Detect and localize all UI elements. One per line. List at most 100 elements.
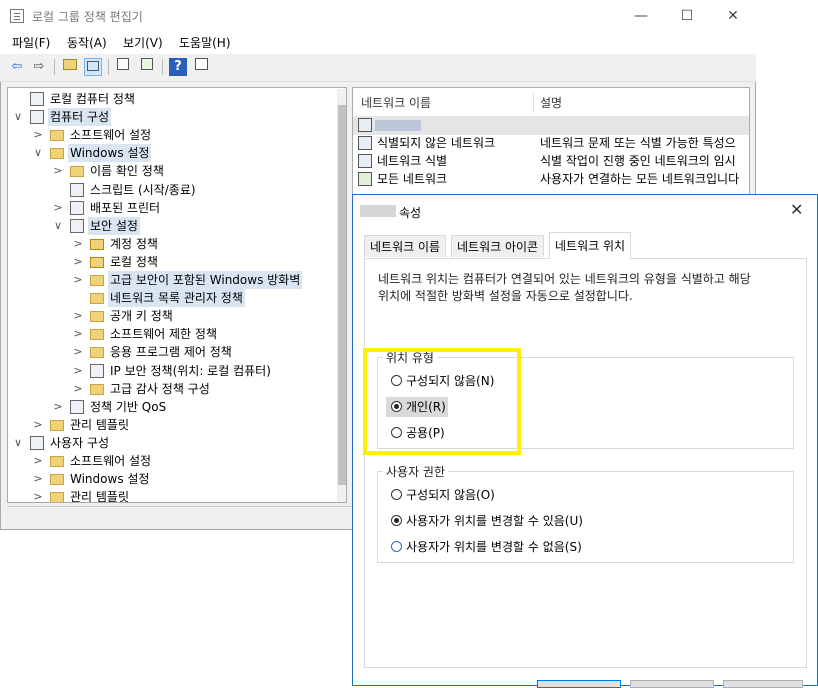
column-header-description[interactable]: 설명	[540, 93, 562, 113]
expand-chevron-icon[interactable]: ∨	[12, 108, 24, 126]
tree-item[interactable]: > 관리 템플릿	[8, 488, 336, 503]
menu-view[interactable]: 보기(V)	[123, 34, 163, 51]
window-title: 로컬 그룹 정책 편집기	[32, 10, 143, 24]
tree-item[interactable]: > 로컬 정책	[8, 253, 336, 271]
tree-scroll-thumb[interactable]	[338, 105, 346, 485]
network-icon	[358, 154, 372, 168]
close-button[interactable]: ✕	[710, 0, 756, 32]
tree-item-label: 관리 템플릿	[70, 490, 130, 503]
expand-chevron-icon[interactable]: ∨	[12, 434, 24, 452]
collapse-chevron-icon[interactable]: >	[72, 380, 84, 398]
tab-network-location[interactable]: 네트워크 위치	[549, 232, 632, 259]
tree-item[interactable]: > 이름 확인 정책	[8, 162, 336, 180]
menu-help[interactable]: 도움말(H)	[179, 34, 231, 51]
list-row-selected[interactable]	[353, 116, 749, 135]
collapse-chevron-icon[interactable]: >	[32, 488, 44, 502]
ok-button[interactable]	[537, 680, 621, 688]
tree-item[interactable]: > 소프트웨어 설정	[8, 452, 336, 470]
tree-item-label: 사용자 구성	[50, 435, 110, 450]
export-icon[interactable]	[138, 58, 156, 76]
chart-icon	[70, 399, 84, 414]
help-icon[interactable]: ?	[169, 58, 187, 76]
forward-icon[interactable]: ⇨	[30, 58, 48, 76]
tree-item[interactable]: ∨ 사용자 구성	[8, 434, 336, 452]
tree-item[interactable]: > 계정 정책	[8, 235, 336, 253]
tree-item-label: 스크립트 (시작/종료)	[90, 182, 196, 197]
list-row[interactable]: 모든 네트워크 사용자가 연결하는 모든 네트워크입니다	[358, 170, 748, 188]
collapse-chevron-icon[interactable]: >	[72, 307, 84, 325]
folder-icon	[50, 419, 64, 431]
tree-item[interactable]: > 배포된 프린터	[8, 199, 336, 217]
expand-chevron-icon[interactable]: ∨	[32, 144, 44, 162]
tree-item[interactable]: > IP 보안 정책(위치: 로컬 컴퓨터)	[8, 362, 336, 380]
properties-icon[interactable]	[114, 58, 132, 76]
tree-item[interactable]: 스크립트 (시작/종료)	[8, 181, 336, 199]
tree-item-label: Windows 설정	[70, 472, 150, 487]
minimize-button[interactable]: —	[618, 0, 664, 32]
dialog-close-button[interactable]: ✕	[790, 200, 803, 219]
tree-item[interactable]: 네트워크 목록 관리자 정책	[8, 289, 336, 308]
user-permission-label: 사용자 권한	[383, 463, 449, 480]
cancel-button[interactable]	[630, 680, 714, 688]
show-hide-tree-icon[interactable]	[84, 58, 102, 76]
folder-icon	[90, 383, 104, 395]
list-row[interactable]: 식별되지 않은 네트워크 네트워크 문제 또는 식별 가능한 특성으	[358, 134, 748, 152]
collapse-chevron-icon[interactable]: >	[72, 325, 84, 343]
tree-item-label: 로컬 컴퓨터 정책	[50, 92, 135, 106]
tree-item[interactable]: ∨ 보안 설정	[8, 216, 336, 235]
view-icon[interactable]	[192, 58, 210, 76]
tree-item[interactable]: > 공개 키 정책	[8, 307, 336, 325]
column-header-name[interactable]: 네트워크 이름	[361, 93, 431, 113]
dialog-title: 속성	[399, 206, 422, 220]
tree-item[interactable]: > 소프트웨어 설정	[8, 126, 336, 144]
radio-permission-can-change[interactable]: 사용자가 위치를 변경할 수 있음(U)	[391, 513, 611, 529]
tab-network-icon[interactable]: 네트워크 아이콘	[451, 235, 545, 257]
collapse-chevron-icon[interactable]: >	[72, 271, 84, 289]
radio-permission-cannot-change[interactable]: 사용자가 위치를 변경할 수 없음(S)	[391, 539, 611, 555]
collapse-chevron-icon[interactable]: >	[52, 199, 64, 217]
maximize-button[interactable]: ☐	[664, 0, 710, 32]
tree-item-label: 배포된 프린터	[90, 200, 161, 215]
tree-item[interactable]: > 소프트웨어 제한 정책	[8, 325, 336, 343]
menu-action[interactable]: 동작(A)	[67, 34, 107, 51]
list-item-description: 식별 작업이 진행 중인 네트워크의 임시	[540, 154, 736, 168]
menu-file[interactable]: 파일(F)	[12, 34, 50, 51]
collapse-chevron-icon[interactable]: >	[32, 452, 44, 470]
collapse-chevron-icon[interactable]: >	[72, 343, 84, 361]
column-divider[interactable]	[533, 93, 534, 113]
tree-item[interactable]: ∨ 컴퓨터 구성	[8, 108, 336, 127]
collapse-chevron-icon[interactable]: >	[32, 126, 44, 144]
collapse-chevron-icon[interactable]: >	[72, 235, 84, 253]
up-folder-icon[interactable]	[61, 58, 79, 76]
expand-chevron-icon[interactable]: ∨	[52, 217, 64, 235]
back-icon[interactable]: ⇦	[8, 58, 26, 76]
folder-icon	[50, 492, 64, 502]
tree-item[interactable]: ∨ Windows 설정	[8, 144, 336, 163]
tree-item-label: 응용 프로그램 제어 정책	[110, 345, 232, 360]
tree-item[interactable]: > 정책 기반 QoS	[8, 398, 336, 416]
apply-button[interactable]	[723, 680, 803, 688]
collapse-chevron-icon[interactable]: >	[72, 362, 84, 380]
tree-item[interactable]: > Windows 설정	[8, 470, 336, 488]
collapse-chevron-icon[interactable]: >	[52, 162, 64, 180]
tree-item[interactable]: 로컬 컴퓨터 정책	[8, 90, 336, 108]
user-icon	[30, 435, 44, 450]
security-icon	[70, 218, 84, 233]
list-row[interactable]: 네트워크 식별 식별 작업이 진행 중인 네트워크의 임시	[358, 152, 748, 170]
radio-permission-not-configured[interactable]: 구성되지 않음(O)	[391, 487, 511, 503]
collapse-chevron-icon[interactable]: >	[32, 470, 44, 488]
tree-item[interactable]: > 응용 프로그램 제어 정책	[8, 343, 336, 361]
collapse-chevron-icon[interactable]: >	[72, 253, 84, 271]
collapse-chevron-icon[interactable]: >	[52, 398, 64, 416]
tree-item-label: 소프트웨어 설정	[70, 128, 152, 143]
network-icon	[358, 118, 372, 132]
app-icon	[10, 9, 24, 23]
description-line-2: 위치에 적절한 방화벽 설정을 자동으로 설정합니다.	[378, 289, 633, 303]
tree-item[interactable]: > 관리 템플릿	[8, 416, 336, 434]
tree-item[interactable]: > 고급 보안이 포함된 Windows 방화벽	[8, 271, 336, 289]
tab-network-name[interactable]: 네트워크 이름	[364, 235, 447, 257]
collapse-chevron-icon[interactable]: >	[32, 416, 44, 434]
tree-item[interactable]: > 고급 감사 정책 구성	[8, 380, 336, 398]
folder-icon	[90, 293, 104, 305]
folder-icon	[90, 329, 104, 341]
